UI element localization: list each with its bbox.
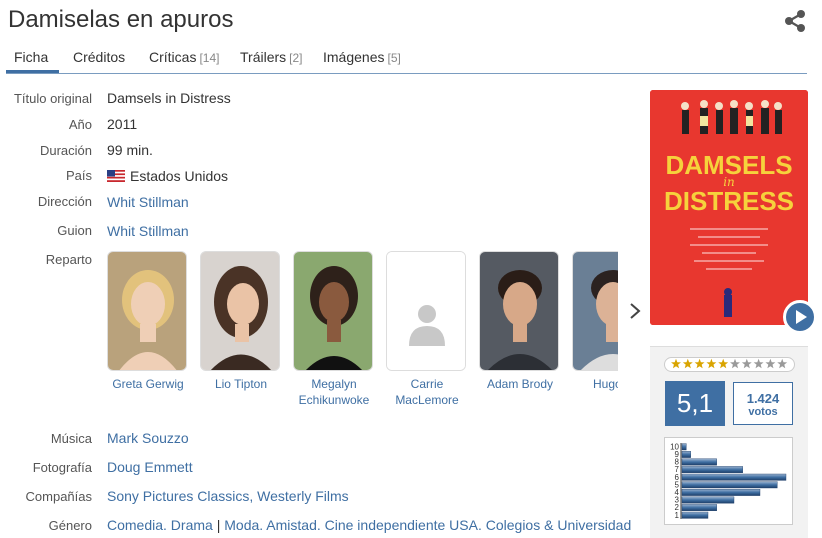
- genre-link[interactable]: Comedia. Drama: [107, 517, 213, 533]
- cast-name-link[interactable]: Hugo B: [563, 376, 618, 392]
- cast-name-line: Megalyn: [311, 377, 357, 391]
- photo-link[interactable]: Doug Emmett: [107, 459, 193, 475]
- tab-count: [14]: [199, 51, 220, 65]
- histogram-bar: [681, 473, 787, 481]
- country-label: País: [65, 168, 92, 183]
- tab-imagenes[interactable]: Imágenes [5]: [323, 49, 401, 65]
- music-label: Música: [50, 431, 92, 446]
- genre-separator: |: [216, 517, 221, 533]
- cast-name-line: Lio Tipton: [214, 377, 268, 391]
- cast-name-link[interactable]: Adam Brody: [470, 376, 570, 392]
- duration-value: 99 min.: [107, 142, 153, 158]
- script-label: Guion: [57, 223, 92, 238]
- script-link[interactable]: Whit Stillman: [107, 223, 189, 239]
- page-title: Damiselas en apuros: [8, 6, 234, 33]
- star-filled-icon: [706, 358, 717, 369]
- original-title-label: Título original: [13, 91, 92, 106]
- tab-trailers[interactable]: Tráilers [2]: [240, 49, 303, 65]
- tab-count: [2]: [289, 51, 303, 65]
- cast-name-line: Carrie: [410, 377, 444, 391]
- votes-box[interactable]: 1.424 votos: [733, 382, 793, 425]
- cast-photo[interactable]: [572, 251, 618, 371]
- star-filled-icon: [671, 358, 681, 369]
- cast-photo-placeholder[interactable]: [386, 251, 466, 371]
- tab-creditos[interactable]: Créditos: [73, 49, 125, 65]
- original-title-value: Damsels in Distress: [107, 90, 231, 106]
- cast-photo[interactable]: [293, 251, 373, 371]
- cast-photo[interactable]: [200, 251, 280, 371]
- histogram-bar: [681, 450, 691, 458]
- music-link[interactable]: Mark Souzzo: [107, 430, 189, 446]
- cast-name-link[interactable]: Greta Gerwig: [104, 376, 198, 392]
- cast-label: Reparto: [45, 252, 92, 267]
- country-name: Estados Unidos: [130, 168, 229, 184]
- tab-count: [5]: [387, 51, 401, 65]
- histogram-bar: [681, 458, 717, 466]
- company-label: Compañías: [25, 489, 92, 504]
- us-flag-icon: [107, 170, 125, 182]
- star-empty-icon: [753, 358, 764, 369]
- cast-name-line: Adam Brody: [486, 377, 554, 391]
- director-link[interactable]: Whit Stillman: [107, 194, 189, 210]
- poster-title-line2: DISTRESS: [664, 186, 794, 216]
- star-filled-icon: [694, 358, 705, 369]
- cast-name-line: Greta Gerwig: [112, 377, 184, 391]
- cast-name-line: MacLemore: [395, 393, 459, 407]
- histogram-bar: [681, 443, 687, 451]
- tab-label: Tráilers: [240, 49, 287, 65]
- cast-photo[interactable]: [107, 251, 187, 371]
- tab-label: Críticas: [149, 49, 197, 65]
- votes-label: votos: [748, 406, 778, 418]
- active-tab-indicator: [6, 70, 59, 73]
- duration-label: Duración: [39, 143, 92, 158]
- country-value: Estados Unidos: [107, 168, 228, 184]
- rating-histogram: 1 2 3 4 5 6 7 8 9 10: [664, 437, 793, 525]
- tab-bar: Ficha Créditos Críticas [14] Tráilers [2] …: [6, 44, 807, 74]
- histogram-tick-label: 10: [670, 442, 679, 451]
- tab-label: Ficha: [14, 49, 49, 65]
- year-label: Año: [68, 117, 92, 132]
- votes-count: 1.424: [746, 391, 780, 406]
- star-rating: [664, 357, 795, 372]
- tab-criticas[interactable]: Críticas [14]: [149, 49, 219, 65]
- movie-poster[interactable]: DAMSELS in DISTRESS: [650, 90, 808, 325]
- share-icon[interactable]: [782, 8, 808, 34]
- play-trailer-button[interactable]: [783, 300, 817, 334]
- chevron-right-icon[interactable]: [628, 301, 642, 321]
- cast-photo[interactable]: [479, 251, 559, 371]
- histogram-bar: [681, 504, 717, 512]
- star-filled-icon: [682, 358, 693, 369]
- tab-label: Imágenes: [323, 49, 385, 65]
- play-icon: [796, 310, 807, 324]
- star-empty-icon: [765, 358, 776, 369]
- star-empty-icon: [730, 358, 740, 369]
- photo-label: Fotografía: [32, 460, 92, 475]
- histogram-bar: [681, 496, 735, 504]
- star-empty-icon: [777, 358, 788, 369]
- cast-name-link[interactable]: Carrie MacLemore: [377, 376, 477, 408]
- cast-name-link[interactable]: Lio Tipton: [191, 376, 291, 392]
- cast-carousel: Greta Gerwig Lio Tipton Megalyn Echikunwo…: [104, 245, 618, 410]
- cast-name-line: Echikunwoke: [298, 393, 370, 407]
- average-score: 5,1: [665, 381, 725, 426]
- genre-label: Género: [48, 518, 92, 533]
- person-placeholder-icon: [387, 252, 465, 370]
- cast-name-line: Hugo B: [592, 377, 618, 391]
- company-link[interactable]: Sony Pictures Classics, Westerly Films: [107, 488, 349, 504]
- histogram-bar: [681, 489, 761, 496]
- topic-links[interactable]: Moda. Amistad. Cine independiente USA. C…: [224, 517, 631, 533]
- tab-label: Créditos: [73, 49, 126, 65]
- histogram-bar: [681, 511, 709, 519]
- star-empty-icon: [741, 358, 752, 369]
- histogram-bar: [681, 481, 778, 489]
- star-filled-icon: [718, 358, 729, 369]
- stars-icon: [671, 358, 788, 369]
- director-label: Dirección: [37, 194, 92, 209]
- cast-name-link[interactable]: Megalyn Echikunwoke: [284, 376, 384, 408]
- tab-ficha[interactable]: Ficha: [14, 49, 48, 65]
- genre-value: Comedia. Drama | Moda. Amistad. Cine ind…: [107, 517, 631, 533]
- year-value: 2011: [107, 116, 138, 132]
- histogram-bar: [681, 466, 743, 473]
